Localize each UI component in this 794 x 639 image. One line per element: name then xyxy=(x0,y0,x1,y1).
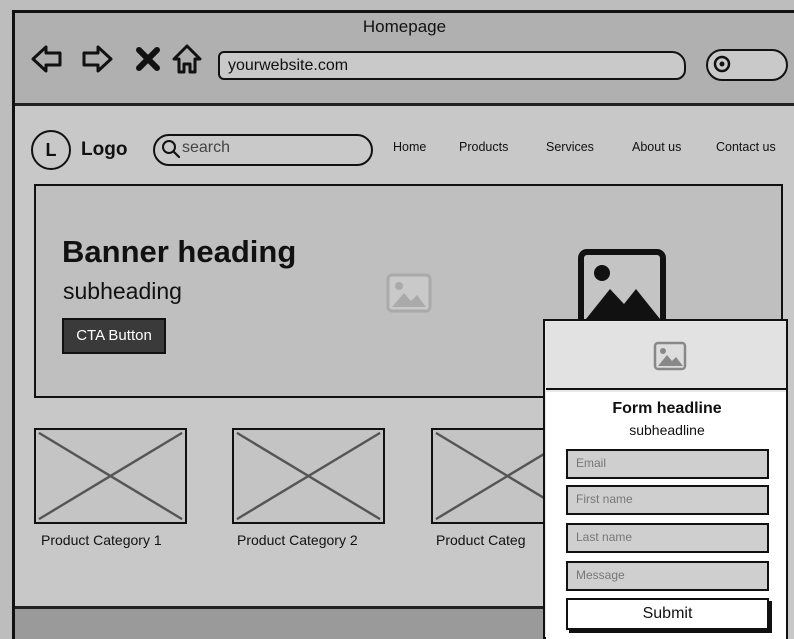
cta-button[interactable]: CTA Button xyxy=(62,318,166,354)
product-image-placeholder[interactable] xyxy=(232,428,385,524)
logo-text[interactable]: Logo xyxy=(81,139,127,161)
first-name-field[interactable]: First name xyxy=(566,485,769,515)
footer-strip xyxy=(15,606,543,639)
form-headline: Form headline xyxy=(612,400,722,417)
url-bar[interactable]: yourwebsite.com xyxy=(218,51,686,80)
search-icon xyxy=(713,55,731,73)
last-name-field[interactable]: Last name xyxy=(566,523,769,553)
search-icon xyxy=(162,140,181,159)
product-image-placeholder[interactable] xyxy=(34,428,187,524)
search-placeholder: search xyxy=(182,139,231,156)
close-icon[interactable] xyxy=(131,42,165,76)
logo-mark[interactable]: L xyxy=(31,130,71,170)
form-image-header xyxy=(546,322,786,390)
product-category-label[interactable]: Product Categ xyxy=(436,532,526,548)
form-subheadline: subheadline xyxy=(629,422,705,438)
hero-image-icon xyxy=(578,249,666,321)
banner-subheading: subheading xyxy=(63,278,182,304)
message-field[interactable]: Message xyxy=(566,561,769,591)
nav-products[interactable]: Products xyxy=(459,140,508,154)
nav-services[interactable]: Services xyxy=(546,140,594,154)
nav-contact[interactable]: Contact us xyxy=(716,140,776,154)
forward-arrow-icon[interactable] xyxy=(80,42,114,76)
image-placeholder-icon xyxy=(386,273,432,313)
nav-about[interactable]: About us xyxy=(632,140,681,154)
banner-heading: Banner heading xyxy=(62,234,297,269)
window-title: Homepage xyxy=(362,17,447,36)
email-field[interactable]: Email xyxy=(566,449,769,479)
back-arrow-icon[interactable] xyxy=(30,42,64,76)
product-category-label[interactable]: Product Category 2 xyxy=(237,532,358,548)
nav-home[interactable]: Home xyxy=(393,140,426,154)
browser-search-field[interactable] xyxy=(706,49,788,81)
submit-button[interactable]: Submit xyxy=(566,598,769,630)
home-icon[interactable] xyxy=(170,42,204,76)
image-placeholder-icon xyxy=(653,341,687,371)
product-category-label[interactable]: Product Category 1 xyxy=(41,532,162,548)
